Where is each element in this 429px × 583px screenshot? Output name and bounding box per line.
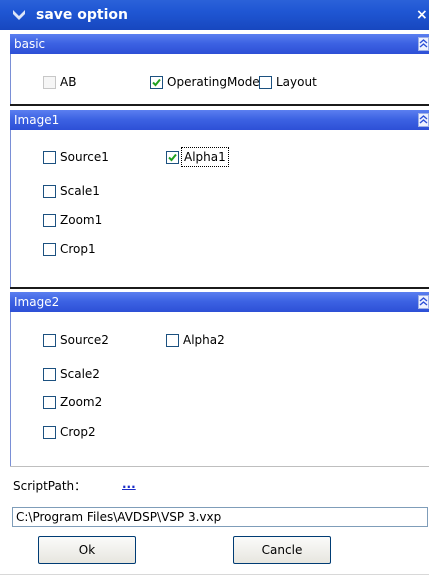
footer-divider: [0, 574, 429, 575]
checkbox-layout[interactable]: Layout: [259, 74, 317, 90]
checkbox-box[interactable]: [259, 75, 272, 89]
checkbox-box[interactable]: [43, 367, 56, 381]
checkbox-crop2[interactable]: Crop2: [43, 424, 96, 440]
checkbox-zoom2[interactable]: Zoom2: [43, 394, 102, 410]
checkbox-label: OperatingMode: [167, 75, 260, 89]
collapse-icon[interactable]: [418, 37, 429, 51]
checkbox-zoom1[interactable]: Zoom1: [43, 212, 102, 228]
checkbox-box[interactable]: [43, 184, 56, 198]
checkbox-label: Scale1: [60, 184, 100, 198]
app-icon: [13, 10, 25, 20]
collapse-icon[interactable]: [418, 113, 429, 127]
title-bar: save option ×: [0, 0, 429, 30]
browse-button[interactable]: ...: [122, 478, 136, 494]
cancel-button[interactable]: Cancle: [233, 536, 331, 564]
section-body-basic: AB OperatingMode Layout: [10, 54, 429, 104]
checkbox-label: AB: [60, 75, 77, 89]
checkbox-label: Layout: [276, 75, 317, 89]
script-path-label: ScriptPath：: [13, 479, 87, 493]
checkbox-box[interactable]: [150, 75, 163, 89]
section-header-image1[interactable]: Image1: [10, 110, 429, 130]
checkbox-source2[interactable]: Source2: [43, 332, 109, 348]
checkbox-operating-mode[interactable]: OperatingMode: [150, 74, 260, 90]
checkbox-label: Zoom2: [60, 395, 103, 409]
section-body-image1: Source1 Alpha1 Scale1 Zoom1 Crop1: [10, 130, 429, 287]
section-title: Image1: [14, 113, 60, 127]
checkbox-box[interactable]: [43, 150, 56, 164]
checkbox-alpha1[interactable]: Alpha1: [166, 147, 229, 167]
footer-panel: ScriptPath： ... Ok Cancle: [0, 470, 429, 583]
checkbox-box[interactable]: [166, 150, 179, 164]
checkbox-box[interactable]: [43, 395, 56, 409]
checkbox-box[interactable]: [43, 75, 56, 89]
section-divider: [10, 287, 429, 289]
check-icon: [152, 78, 161, 86]
section-header-basic[interactable]: basic: [10, 34, 429, 54]
section-header-image2[interactable]: Image2: [10, 292, 429, 312]
section-divider: [10, 466, 429, 467]
checkbox-label: Crop2: [60, 425, 96, 439]
checkbox-box[interactable]: [43, 242, 56, 256]
section-body-image2: Source2 Alpha2 Scale2 Zoom2 Crop2: [10, 312, 429, 466]
checkbox-label: Zoom1: [60, 213, 103, 227]
checkbox-label: Alpha1: [181, 147, 229, 167]
checkbox-scale1[interactable]: Scale1: [43, 183, 100, 199]
checkbox-box[interactable]: [43, 213, 56, 227]
checkbox-crop1[interactable]: Crop1: [43, 241, 96, 257]
script-path-input[interactable]: [12, 507, 428, 527]
checkbox-label: Source2: [60, 333, 109, 347]
checkbox-box[interactable]: [43, 333, 56, 347]
checkbox-label: Crop1: [60, 242, 96, 256]
checkbox-source1[interactable]: Source1: [43, 149, 109, 165]
check-icon: [168, 153, 177, 161]
close-button[interactable]: ×: [416, 6, 429, 24]
checkbox-scale2[interactable]: Scale2: [43, 366, 100, 382]
collapse-icon[interactable]: [418, 295, 429, 309]
checkbox-alpha2[interactable]: Alpha2: [166, 332, 225, 348]
section-divider: [10, 104, 429, 106]
checkbox-box[interactable]: [166, 333, 179, 347]
ok-button[interactable]: Ok: [38, 536, 136, 564]
checkbox-ab[interactable]: AB: [43, 74, 76, 90]
checkbox-label: Source1: [60, 150, 109, 164]
checkbox-label: Scale2: [60, 367, 100, 381]
section-title: Image2: [14, 295, 60, 309]
window-title: save option: [36, 7, 128, 23]
section-title: basic: [14, 37, 46, 51]
checkbox-label: Alpha2: [183, 333, 225, 347]
checkbox-box[interactable]: [43, 425, 56, 439]
